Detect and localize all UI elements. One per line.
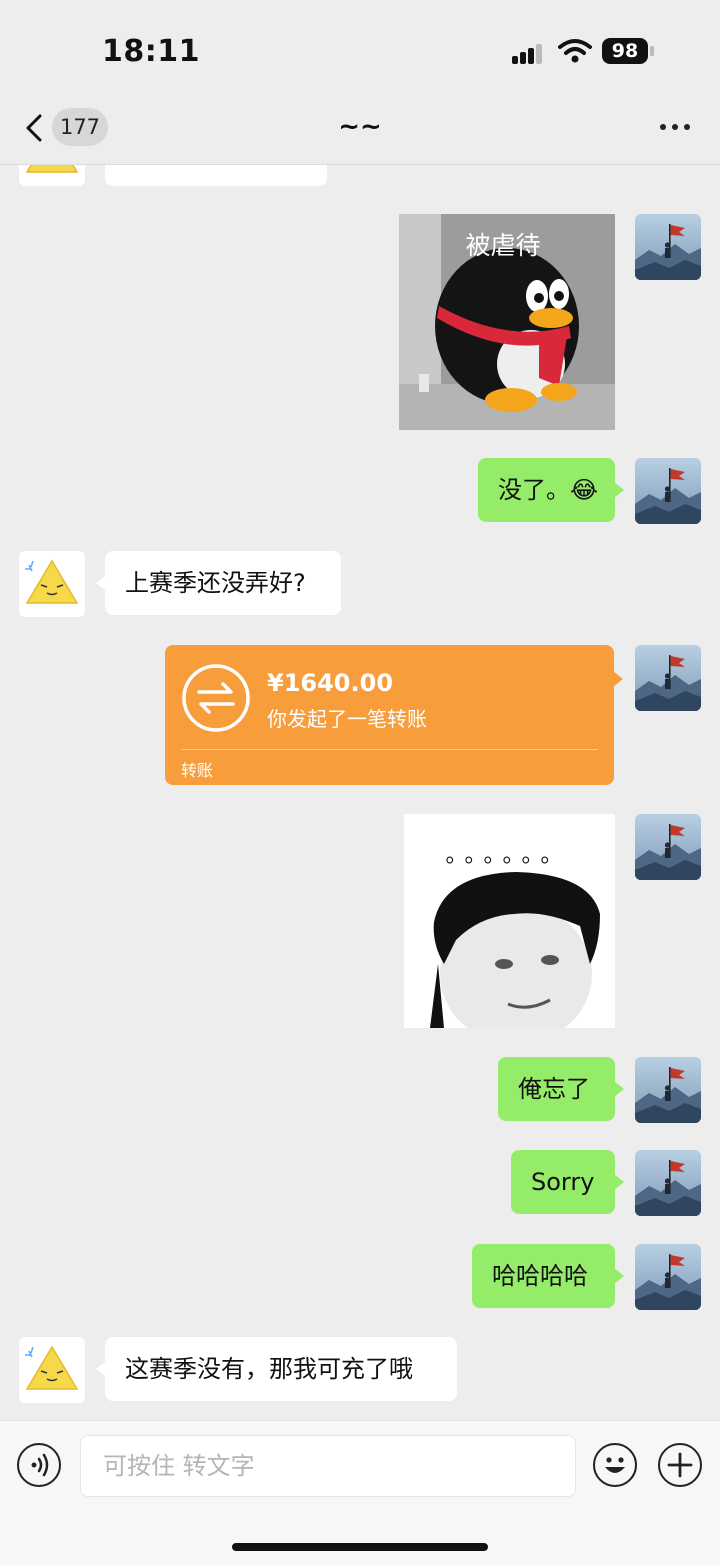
meme-face-sticker-image[interactable]: 。。。。。。: [404, 814, 615, 1028]
transfer-arrows-icon: [182, 664, 250, 732]
message-bubble-sent[interactable]: 俺忘了: [498, 1057, 624, 1121]
input-bar: 可按住 转文字: [0, 1420, 720, 1565]
message-list[interactable]: 被虐待 没了。😂 上赛季还没弄好? ¥1640.00 你发起了一笔转账 转账 。…: [0, 164, 720, 1420]
contact-avatar[interactable]: [19, 1337, 85, 1403]
voice-input-icon[interactable]: [17, 1443, 61, 1487]
transfer-amount: ¥1640.00: [267, 669, 394, 697]
contact-avatar[interactable]: [19, 551, 85, 617]
message-bubble-sent[interactable]: Sorry: [511, 1150, 624, 1214]
chat-header: 177 ~~: [0, 100, 720, 165]
transfer-label: 转账: [181, 761, 214, 780]
money-transfer-card[interactable]: ¥1640.00 你发起了一笔转账 转账: [165, 645, 623, 785]
self-avatar[interactable]: [635, 1244, 701, 1310]
home-indicator[interactable]: [232, 1543, 488, 1551]
emoji-icon[interactable]: [593, 1443, 637, 1487]
self-avatar[interactable]: [635, 814, 701, 880]
transfer-description: 你发起了一笔转账: [267, 707, 427, 731]
self-avatar[interactable]: [635, 458, 701, 524]
chat-title: ~~: [338, 112, 382, 142]
cellular-signal-icon: [512, 42, 548, 64]
more-options-icon[interactable]: [660, 122, 692, 132]
battery-icon: [650, 46, 654, 56]
message-bubble-received[interactable]: 上赛季还没弄好?: [96, 551, 341, 615]
message-input[interactable]: 可按住 转文字: [80, 1435, 576, 1497]
self-avatar[interactable]: [635, 214, 701, 280]
divider: [181, 749, 598, 750]
message-bubble-sent[interactable]: 没了。😂: [478, 458, 624, 522]
sticker-caption: 。。。。。。: [445, 843, 570, 868]
wifi-icon: [558, 39, 592, 63]
battery-level: 98: [602, 38, 648, 64]
self-avatar[interactable]: [635, 645, 701, 711]
status-bar: 18:11 98: [0, 0, 720, 100]
status-time: 18:11: [102, 34, 200, 69]
penguin-sticker-image[interactable]: 被虐待: [399, 214, 615, 430]
message-bubble-received[interactable]: 这赛季没有，那我可充了哦: [96, 1337, 457, 1401]
sticker-caption: 被虐待: [465, 231, 540, 260]
input-placeholder: 可按住 转文字: [103, 1452, 255, 1480]
message-bubble-sent[interactable]: 哈哈哈哈: [472, 1244, 624, 1308]
add-more-icon[interactable]: [658, 1443, 702, 1487]
contact-avatar[interactable]: [19, 164, 85, 186]
message-bubble-partial[interactable]: [105, 164, 327, 186]
self-avatar[interactable]: [635, 1150, 701, 1216]
self-avatar[interactable]: [635, 1057, 701, 1123]
